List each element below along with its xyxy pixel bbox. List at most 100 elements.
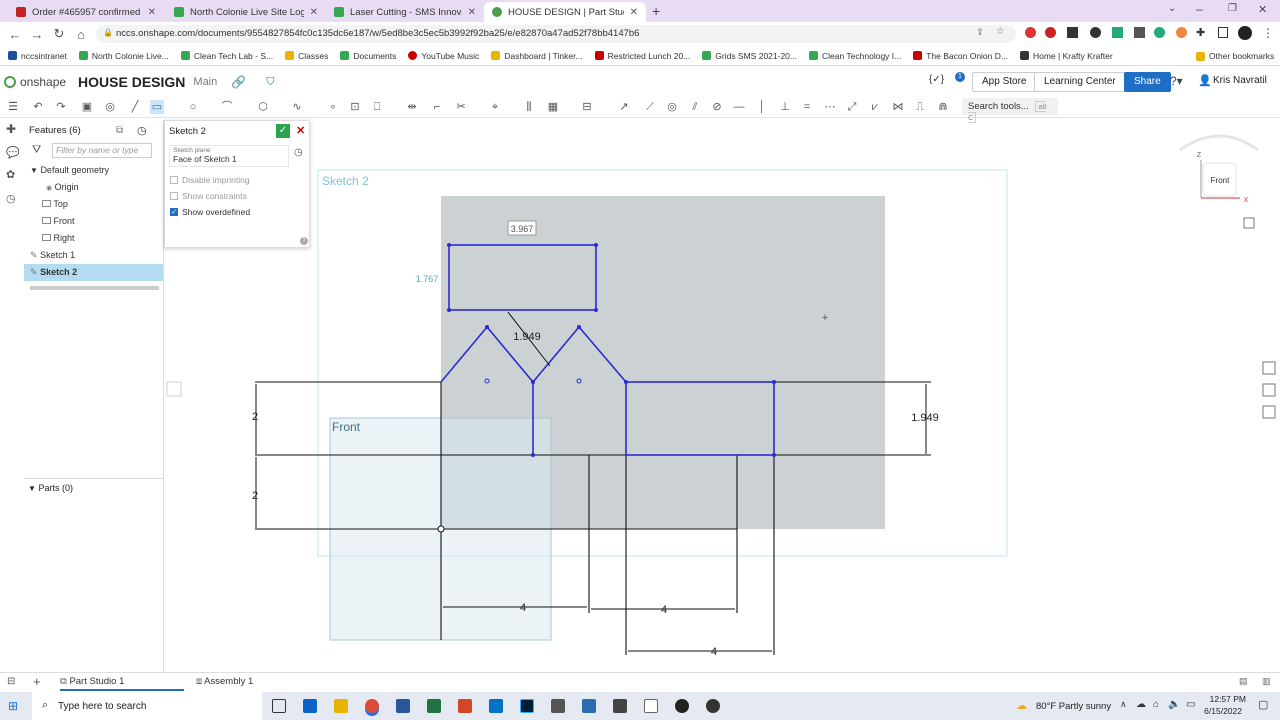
powerpoint-icon[interactable]: [458, 699, 472, 713]
vertical-icon[interactable]: │: [755, 100, 769, 114]
fillet-icon[interactable]: ⌐: [430, 100, 444, 114]
reload-icon[interactable]: ↻: [48, 26, 70, 42]
bookmark[interactable]: Classes: [285, 51, 328, 61]
close-icon[interactable]: ✕: [310, 7, 318, 18]
forward-icon[interactable]: →: [26, 27, 48, 42]
use-icon[interactable]: ◎: [103, 100, 117, 114]
notepad-icon[interactable]: [644, 699, 658, 713]
workspace-name[interactable]: Main: [193, 76, 217, 88]
tab-menu-icon[interactable]: ⊟: [7, 676, 15, 687]
bookmark[interactable]: Home | Krafty Krafter: [1019, 51, 1113, 61]
tree-default-geometry[interactable]: ▼ Default geometry: [24, 162, 163, 179]
construction-icon[interactable]: ⊡: [348, 100, 362, 114]
polygon-icon[interactable]: ⬡: [256, 100, 270, 114]
tray-chevron-icon[interactable]: ∧: [1120, 699, 1127, 710]
bookmark[interactable]: Dashboard | Tinker...: [491, 51, 583, 61]
filter-icon[interactable]: ⛛: [32, 144, 41, 157]
clock-date[interactable]: 6/15/2022: [1202, 706, 1242, 716]
chevron-down-icon[interactable]: ▼: [28, 484, 36, 493]
pattern-icon[interactable]: ▦: [546, 100, 560, 114]
tangent-icon[interactable]: ⊘: [710, 100, 724, 114]
arc-icon[interactable]: ⌒: [220, 100, 234, 114]
task-view-icon[interactable]: [272, 699, 286, 713]
excel-icon[interactable]: [427, 699, 441, 713]
coincident-icon[interactable]: ⟋: [643, 100, 657, 114]
undo-icon[interactable]: ↶: [31, 100, 45, 114]
show-overdefined-checkbox[interactable]: ✓ Show overdefined: [170, 207, 309, 217]
fix-icon[interactable]: ⎍: [913, 100, 927, 114]
perpendicular-icon[interactable]: ⊥: [778, 100, 792, 114]
graphics-canvas[interactable]: 3.967 1.767 1.949 2 2 1.949 4 4 4 Sketch…: [164, 120, 1280, 672]
filter-input[interactable]: Filter by name or type: [52, 143, 152, 158]
extension-icon[interactable]: [1090, 27, 1101, 38]
normal-icon[interactable]: ⤢: [845, 100, 859, 114]
extend-icon[interactable]: ⌖: [488, 100, 502, 114]
featurescript-icon[interactable]: {✓}: [929, 74, 944, 85]
add-feature-icon[interactable]: ✚: [6, 122, 16, 136]
version-icon[interactable]: ⛉: [266, 76, 274, 89]
cloud-icon[interactable]: ☁: [1136, 699, 1146, 710]
chevron-down-icon[interactable]: ▼: [30, 166, 38, 175]
panel-toggle-icon[interactable]: ▥: [1262, 676, 1271, 687]
browser-tab-active[interactable]: HOUSE DESIGN | Part Studio 1 ✕: [484, 2, 646, 22]
learning-center-button[interactable]: Learning Center: [1034, 72, 1126, 92]
volume-icon[interactable]: 🔈: [1168, 699, 1180, 710]
clipboard-icon[interactable]: ▣: [80, 100, 94, 114]
tree-item-sketch1[interactable]: ✎ Sketch 1: [24, 247, 163, 264]
other-bookmarks[interactable]: Other bookmarks: [1196, 51, 1274, 61]
appearance-icon[interactable]: ✿: [6, 168, 15, 181]
add-tab-icon[interactable]: +: [33, 674, 41, 689]
inkscape-icon[interactable]: [551, 699, 565, 713]
extension-icon[interactable]: [1134, 27, 1145, 38]
spline-icon[interactable]: ∿: [290, 100, 304, 114]
parallel-icon[interactable]: ⫽: [688, 100, 702, 114]
trim-icon[interactable]: ✂: [454, 100, 468, 114]
extension-icon[interactable]: [1025, 27, 1036, 38]
app-icon[interactable]: [582, 699, 596, 713]
tree-item-right[interactable]: Right: [24, 230, 163, 247]
rollback-bar[interactable]: [30, 286, 159, 290]
bookmark[interactable]: North Colonie Live...: [78, 51, 169, 61]
new-tab-icon[interactable]: +: [652, 3, 660, 19]
disable-imprinting-checkbox[interactable]: Disable imprinting: [170, 175, 309, 185]
close-window-icon[interactable]: ✕: [1258, 3, 1267, 16]
onshape-logo[interactable]: onshape: [4, 75, 66, 89]
word-icon[interactable]: [396, 699, 410, 713]
photoshop-icon[interactable]: [520, 699, 534, 713]
user-name[interactable]: Kris Navratil: [1213, 75, 1267, 86]
weather-text[interactable]: 80°F Partly sunny: [1036, 701, 1111, 712]
accept-button[interactable]: ✓: [276, 124, 290, 138]
extension-icon[interactable]: [1154, 27, 1165, 38]
comment-icon[interactable]: 💬: [6, 146, 20, 159]
feature-list-icon[interactable]: ▤: [1239, 676, 1248, 687]
browser-tab[interactable]: Order #465957 confirmed - kris.na ✕: [8, 2, 164, 22]
obs-icon[interactable]: [675, 699, 689, 713]
pierce-icon[interactable]: ⩗: [868, 100, 882, 114]
folder-icon[interactable]: ⧉: [116, 125, 123, 136]
close-icon[interactable]: ✕: [630, 7, 638, 18]
cancel-button[interactable]: ✕: [296, 124, 305, 137]
curvature-icon[interactable]: ⋒: [936, 100, 950, 114]
puzzle-icon[interactable]: ✚: [1196, 26, 1205, 39]
help-icon[interactable]: ?: [300, 237, 308, 245]
browser-tab[interactable]: Laser Cutting - SMS Innovation Te ✕: [326, 2, 484, 22]
tab-part-studio[interactable]: ⧉ Part Studio 1: [60, 676, 184, 691]
bookmark[interactable]: nccsintranet: [8, 51, 67, 61]
clock-icon[interactable]: ◷: [294, 147, 303, 158]
history-icon[interactable]: ◷: [6, 192, 16, 205]
chrome-icon[interactable]: [365, 699, 379, 713]
avatar[interactable]: [1238, 26, 1252, 40]
bookmark[interactable]: Documents: [340, 51, 396, 61]
menu-icon[interactable]: ☰: [6, 100, 20, 114]
bookmark[interactable]: Clean Tech Lab - S...: [180, 51, 273, 61]
windows-start-icon[interactable]: ⊞: [8, 699, 18, 713]
symmetric-icon[interactable]: ⋈: [891, 100, 905, 114]
network-icon[interactable]: ⌂: [1153, 699, 1159, 710]
bookmark-star-icon[interactable]: ☆: [996, 26, 1005, 37]
store-icon[interactable]: [303, 699, 317, 713]
outlook-icon[interactable]: [489, 699, 503, 713]
redo-icon[interactable]: ↷: [54, 100, 68, 114]
extension-icon[interactable]: [1112, 27, 1123, 38]
battery-icon[interactable]: ▭: [1186, 699, 1195, 710]
tree-item-origin[interactable]: ◉ Origin: [24, 179, 163, 196]
